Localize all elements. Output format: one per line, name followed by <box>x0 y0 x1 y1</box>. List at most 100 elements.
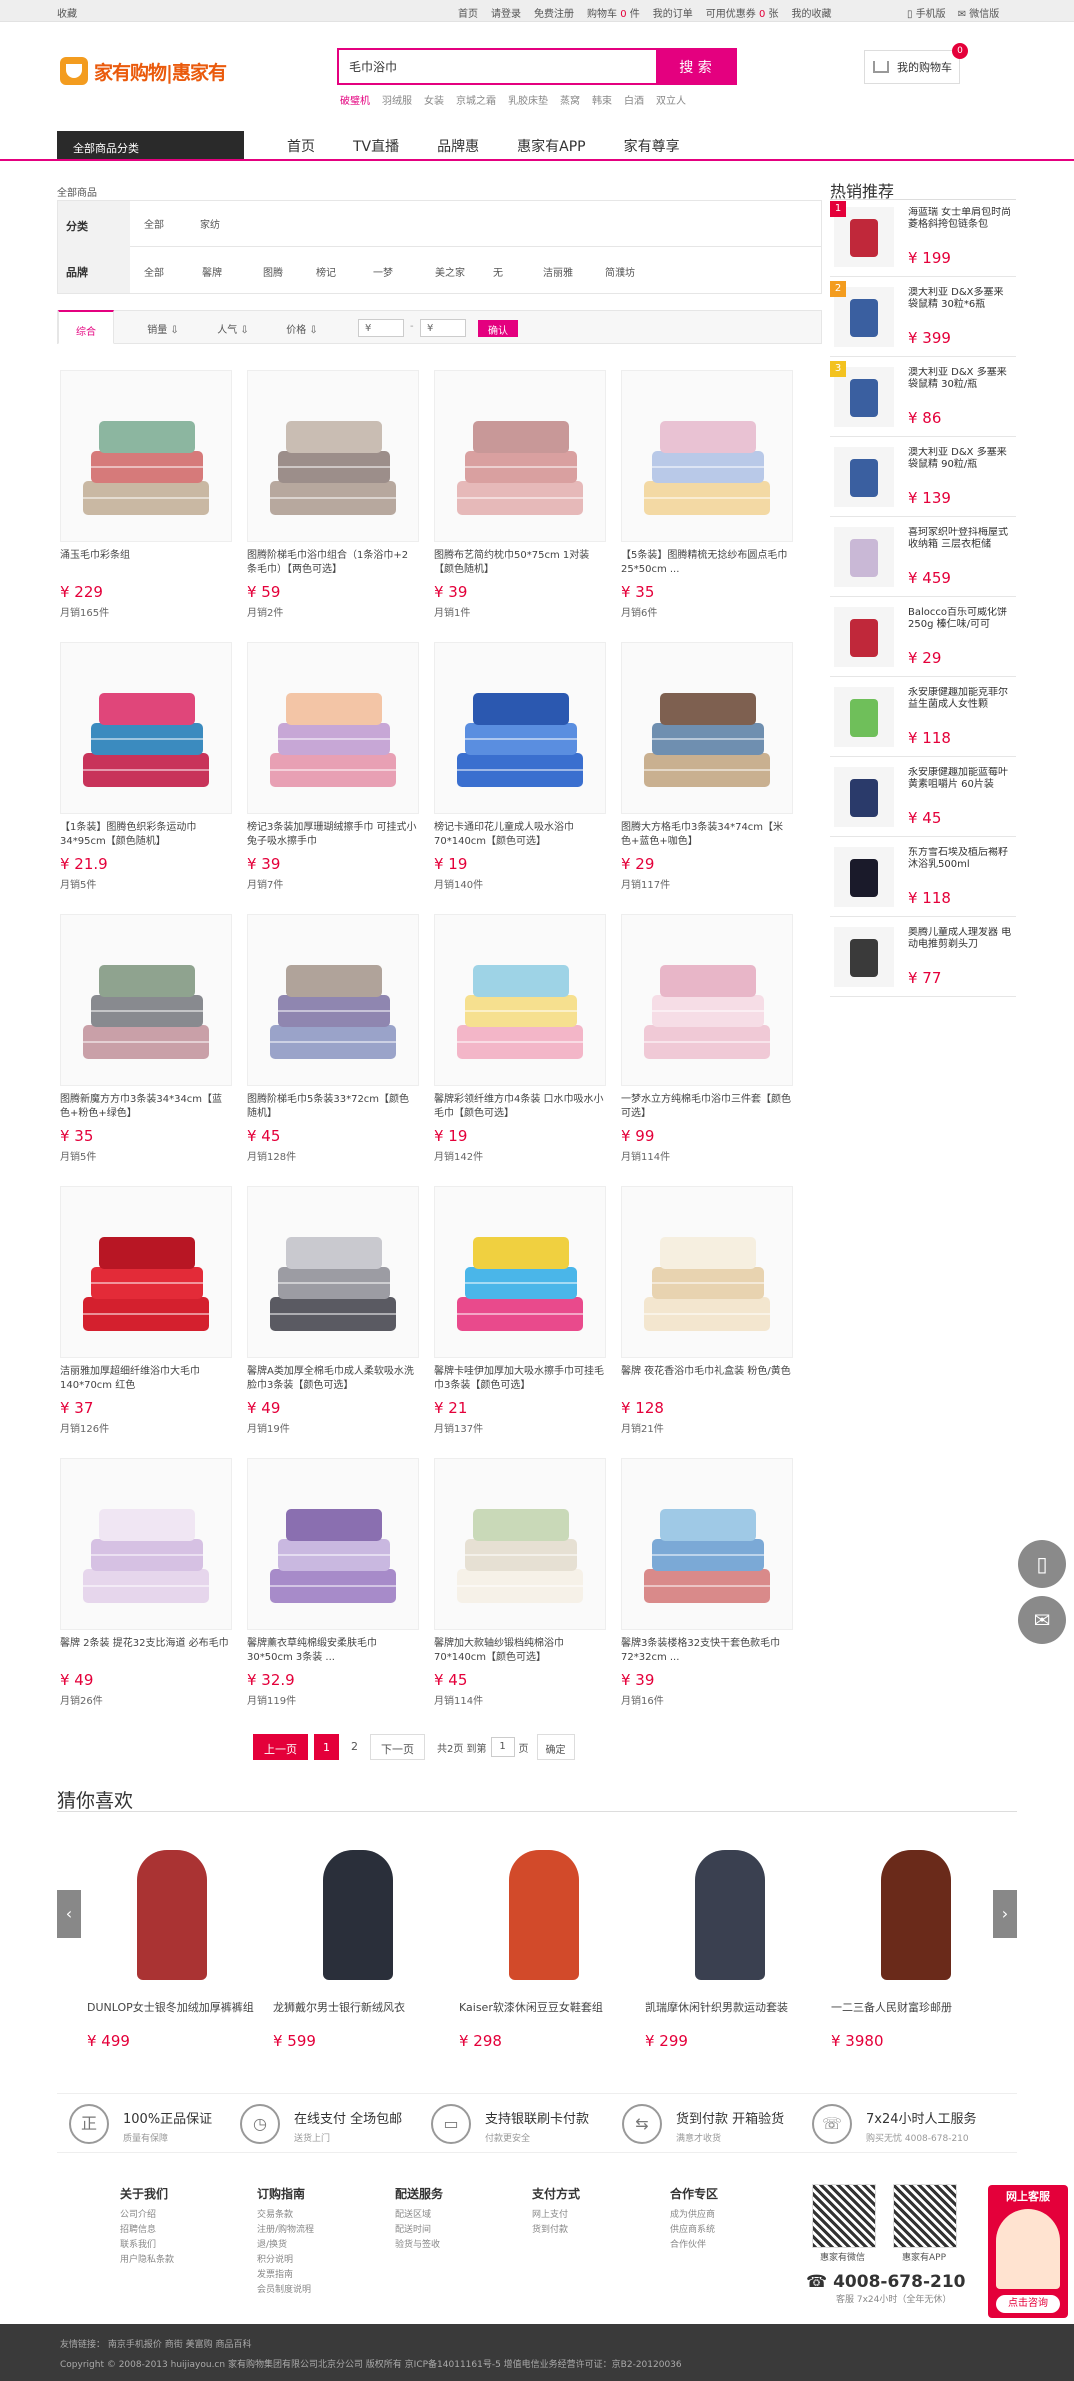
sort-tab-default[interactable]: 综合 <box>58 310 114 344</box>
footer-link[interactable]: 用户隐私条款 <box>120 2253 174 2268</box>
product-card[interactable]: 【1条装】图腾色织彩条运动巾34*95cm【颜色随机】 ¥ 21.9 月销5件 <box>60 642 232 902</box>
hot-item-name[interactable]: 喜珂家织叶登抖梅屋式收纳箱 三层衣柜储 <box>908 527 1012 555</box>
product-image[interactable] <box>621 370 793 542</box>
footer-link[interactable]: 货到付款 <box>532 2223 580 2238</box>
product-image[interactable] <box>621 1186 793 1358</box>
product-name[interactable]: 馨牌卡哇伊加厚加大吸水擦手巾可挂毛巾3条装【颜色可选】 <box>434 1365 604 1393</box>
hot-item[interactable]: 澳大利亚 D&X 多塞来 袋鼠精 90粒/瓶 ¥ 139 <box>830 441 1016 517</box>
hot-item-name[interactable]: 奥腾儿童成人理发器 电动电推剪剃头刀 <box>908 927 1012 955</box>
product-name[interactable]: 馨牌 2条装 提花32支比海道 必布毛巾 <box>60 1637 230 1665</box>
footer-link[interactable]: 积分说明 <box>257 2253 314 2268</box>
product-image[interactable] <box>247 1458 419 1630</box>
product-image[interactable] <box>434 370 606 542</box>
product-card[interactable]: 馨牌A类加厚全棉毛巾成人柔软吸水洗脸巾3条装【颜色可选】 ¥ 49 月销19件 <box>247 1186 419 1446</box>
product-name[interactable]: 涌玉毛巾彩条组 <box>60 549 230 577</box>
hot-word-link[interactable]: 京城之霜 <box>456 92 496 107</box>
product-name[interactable]: 馨牌加大款轴纱锻档纯棉浴巾70*140cm【颜色可选】 <box>434 1637 604 1665</box>
brand-option[interactable]: 全部 <box>144 264 164 279</box>
product-name[interactable]: 榜记3条装加厚珊瑚绒擦手巾 可挂式小兔子吸水擦手巾 <box>247 821 417 849</box>
nav-link[interactable]: 家有尊享 <box>624 136 680 156</box>
product-card[interactable]: 馨牌加大款轴纱锻档纯棉浴巾70*140cm【颜色可选】 ¥ 45 月销114件 <box>434 1458 606 1718</box>
hot-item[interactable]: 1 海蓝瑞 女士单肩包时尚菱格斜挎包链条包 ¥ 199 <box>830 201 1016 277</box>
product-card[interactable]: 馨牌 夜花香浴巾毛巾礼盒装 粉色/黄色 ¥ 128 月销21件 <box>621 1186 793 1446</box>
hot-item[interactable]: 奥腾儿童成人理发器 电动电推剪剃头刀 ¥ 77 <box>830 921 1016 997</box>
coupons-link[interactable]: 可用优惠券 0 张 <box>706 5 779 20</box>
guess-item-name[interactable]: 一二三备人民财富珍邮册 <box>831 2000 1001 2030</box>
product-name[interactable]: 图腾阶梯毛巾浴巾组合（1条浴巾+2条毛巾）【两色可选】 <box>247 549 417 577</box>
sort-tab-price[interactable]: 价格 ⇩ <box>282 310 322 344</box>
footer-link[interactable]: 成为供应商 <box>670 2208 718 2223</box>
hot-item-image[interactable] <box>834 767 894 827</box>
product-image[interactable] <box>621 914 793 1086</box>
nav-link[interactable]: 惠家有APP <box>517 136 585 156</box>
product-image[interactable] <box>621 642 793 814</box>
guess-item-name[interactable]: 凯瑞摩休闲针织男款运动套装 <box>645 2000 815 2030</box>
nav-link[interactable]: 品牌惠 <box>437 136 479 156</box>
hot-item-image[interactable] <box>834 687 894 747</box>
guess-item-name[interactable]: 龙狮戴尔男士银行新绒风衣 <box>273 2000 443 2030</box>
footer-link[interactable]: 联系我们 <box>120 2238 174 2253</box>
guess-item-image[interactable] <box>273 1840 443 1990</box>
product-image[interactable] <box>247 914 419 1086</box>
page-go-button[interactable]: 确定 <box>536 1734 575 1760</box>
product-card[interactable]: 馨牌卡哇伊加厚加大吸水擦手巾可挂毛巾3条装【颜色可选】 ¥ 21 月销137件 <box>434 1186 606 1446</box>
footer-link[interactable]: 供应商系统 <box>670 2223 718 2238</box>
page-1-button[interactable]: 1 <box>314 1734 339 1760</box>
footer-link[interactable]: 合作伙伴 <box>670 2238 718 2253</box>
product-name[interactable]: 图腾大方格毛巾3条装34*74cm【米色+蓝色+咖色】 <box>621 821 791 849</box>
product-image[interactable] <box>434 1186 606 1358</box>
product-card[interactable]: 涌玉毛巾彩条组 ¥ 229 月销165件 <box>60 370 232 630</box>
login-link[interactable]: 请登录 <box>491 5 521 20</box>
product-name[interactable]: 馨牌 夜花香浴巾毛巾礼盒装 粉色/黄色 <box>621 1365 791 1393</box>
guess-item-name[interactable]: DUNLOP女士银冬加绒加厚裤裤组 <box>87 2000 257 2030</box>
hot-word-link[interactable]: 乳胶床垫 <box>508 92 548 107</box>
hot-word-link[interactable]: 韩束 <box>592 92 612 107</box>
price-to-input[interactable]: ¥ <box>420 319 466 337</box>
brand-option[interactable]: 榜记 <box>316 264 336 279</box>
product-name[interactable]: 图腾阶梯毛巾5条装33*72cm【颜色随机】 <box>247 1093 417 1121</box>
hot-item-image[interactable] <box>834 527 894 587</box>
guess-prev-arrow[interactable]: ‹ <box>57 1890 81 1938</box>
all-categories-menu[interactable]: 全部商品分类 <box>57 131 244 160</box>
footer-link[interactable]: 配送区域 <box>395 2208 443 2223</box>
product-image[interactable] <box>247 642 419 814</box>
product-card[interactable]: 一梦水立方纯棉毛巾浴巾三件套【颜色可选】 ¥ 99 月销114件 <box>621 914 793 1174</box>
sort-tab-sales[interactable]: 销量 ⇩ <box>143 310 183 344</box>
hot-item[interactable]: 3 澳大利亚 D&X 多塞来 袋鼠精 30粒/瓶 ¥ 86 <box>830 361 1016 437</box>
consult-button[interactable]: 点击咨询 <box>996 2295 1060 2313</box>
hot-item[interactable]: 东方雪石埃及植后裼籽沐浴乳500ml ¥ 118 <box>830 841 1016 917</box>
brand-option[interactable]: 美之家 <box>435 264 465 279</box>
hot-word-link[interactable]: 破璧机 <box>340 92 370 107</box>
float-wechat-button[interactable]: ✉ <box>1018 1596 1066 1644</box>
guess-item[interactable]: 凯瑞摩休闲针织男款运动套装 ¥ 299 <box>645 1840 815 2070</box>
product-image[interactable] <box>60 914 232 1086</box>
guess-item-name[interactable]: Kaiser软漆休闲豆豆女鞋套组 <box>459 2000 629 2030</box>
footer-link[interactable]: 会员制度说明 <box>257 2283 314 2298</box>
product-image[interactable] <box>60 1186 232 1358</box>
product-name[interactable]: 馨牌3条装楼格32支快干套色款毛巾72*32cm ... <box>621 1637 791 1665</box>
brand-option[interactable]: 简濮坊 <box>605 264 635 279</box>
top-cart-link[interactable]: 购物车 0 件 <box>587 5 640 20</box>
page-2-button[interactable]: 2 <box>345 1734 364 1760</box>
hot-item-name[interactable]: 东方雪石埃及植后裼籽沐浴乳500ml <box>908 847 1012 875</box>
footer-link[interactable]: 退/换货 <box>257 2238 314 2253</box>
hot-item-name[interactable]: 澳大利亚 D&X 多塞来 袋鼠精 30粒/瓶 <box>908 367 1012 395</box>
my-favorites-link[interactable]: 我的收藏 <box>792 5 832 20</box>
hot-item-image[interactable] <box>834 447 894 507</box>
hot-item[interactable]: 喜珂家织叶登抖梅屋式收纳箱 三层衣柜储 ¥ 459 <box>830 521 1016 597</box>
prev-page-button[interactable]: 上一页 <box>253 1734 308 1760</box>
product-name[interactable]: 馨牌薰衣草纯棉缎安柔肤毛巾30*50cm 3条装 ... <box>247 1637 417 1665</box>
product-card[interactable]: 馨牌3条装楼格32支快干套色款毛巾72*32cm ... ¥ 39 月销16件 <box>621 1458 793 1718</box>
product-card[interactable]: 榜记3条装加厚珊瑚绒擦手巾 可挂式小兔子吸水擦手巾 ¥ 39 月销7件 <box>247 642 419 902</box>
home-link[interactable]: 首页 <box>458 5 478 20</box>
online-service-widget[interactable]: 网上客服 点击咨询 <box>988 2185 1068 2318</box>
brand-option[interactable]: 无 <box>493 264 503 279</box>
product-name[interactable]: 图腾布艺简约枕巾50*75cm 1对装【颜色随机】 <box>434 549 604 577</box>
hot-item[interactable]: 永安康健趣加能克菲尔益生菌成人女性颗 ¥ 118 <box>830 681 1016 757</box>
hot-word-link[interactable]: 女装 <box>424 92 444 107</box>
site-logo[interactable]: 家有购物|惠家有 <box>60 56 250 86</box>
nav-link[interactable]: 首页 <box>287 136 315 156</box>
product-image[interactable] <box>434 914 606 1086</box>
product-name[interactable]: 一梦水立方纯棉毛巾浴巾三件套【颜色可选】 <box>621 1093 791 1121</box>
product-image[interactable] <box>434 642 606 814</box>
